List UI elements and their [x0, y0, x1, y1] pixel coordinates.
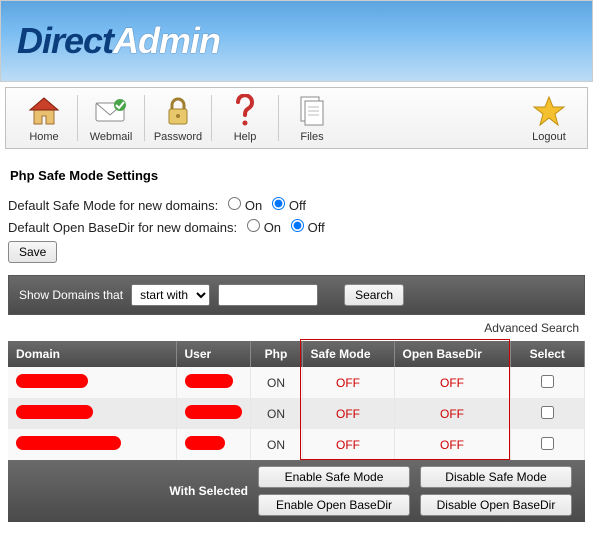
toolbar-webmail[interactable]: Webmail [81, 93, 141, 143]
enable-basedir-button[interactable]: Enable Open BaseDir [258, 494, 410, 516]
search-input[interactable] [218, 284, 318, 306]
redacted-bar [16, 374, 88, 388]
cell-domain [8, 398, 176, 429]
main-toolbar: Home Webmail Password [5, 87, 588, 149]
cell-user [176, 429, 250, 460]
brand-part1: Direct [17, 20, 113, 61]
cell-basedir: OFF [394, 429, 510, 460]
enable-safe-button[interactable]: Enable Safe Mode [258, 466, 410, 488]
table-row: ONOFFOFF [8, 367, 585, 398]
toolbar-help-label: Help [215, 131, 275, 143]
cell-basedir: OFF [394, 398, 510, 429]
files-icon [282, 93, 342, 129]
bulk-action-bar: With Selected Enable Safe Mode Disable S… [8, 460, 585, 522]
domain-search-bar: Show Domains that start with Search [8, 275, 585, 315]
page-title: Php Safe Mode Settings [10, 168, 585, 183]
separator [278, 95, 279, 141]
separator [144, 95, 145, 141]
home-icon [14, 93, 74, 129]
save-button[interactable]: Save [8, 241, 57, 263]
col-basedir[interactable]: Open BaseDir [394, 341, 510, 367]
domain-table-wrap: Domain User Php Safe Mode Open BaseDir S… [8, 341, 585, 460]
on-label: On [245, 198, 262, 213]
brand-part2: Admin [113, 20, 220, 61]
search-mode-select[interactable]: start with [131, 284, 210, 306]
disable-basedir-button[interactable]: Disable Open BaseDir [420, 494, 572, 516]
row-select-checkbox[interactable] [541, 406, 554, 419]
toolbar-home[interactable]: Home [14, 93, 74, 143]
cell-domain [8, 367, 176, 398]
star-icon [519, 93, 579, 129]
page-body: Php Safe Mode Settings Default Safe Mode… [0, 154, 593, 534]
safe-off-radio[interactable] [272, 197, 285, 210]
basedir-on-option[interactable]: On [243, 219, 281, 235]
separator [211, 95, 212, 141]
cell-php: ON [250, 429, 302, 460]
row-select-checkbox[interactable] [541, 437, 554, 450]
redacted-bar [185, 436, 225, 450]
help-icon [215, 93, 275, 129]
default-safe-label: Default Safe Mode for new domains: [8, 198, 218, 213]
off-label: Off [289, 198, 306, 213]
toolbar-password-label: Password [148, 131, 208, 143]
redacted-bar [185, 374, 233, 388]
separator [77, 95, 78, 141]
cell-select [510, 367, 585, 398]
basedir-off-option[interactable]: Off [287, 219, 325, 235]
default-basedir-label: Default Open BaseDir for new domains: [8, 220, 237, 235]
table-row: ONOFFOFF [8, 429, 585, 460]
brand-logo: DirectAdmin [17, 20, 220, 62]
toolbar-webmail-label: Webmail [81, 131, 141, 143]
col-select[interactable]: Select [510, 341, 585, 367]
mail-icon [81, 93, 141, 129]
col-domain[interactable]: Domain [8, 341, 176, 367]
cell-php: ON [250, 367, 302, 398]
search-prefix: Show Domains that [19, 288, 123, 302]
toolbar-logout[interactable]: Logout [519, 93, 579, 143]
col-user[interactable]: User [176, 341, 250, 367]
col-php[interactable]: Php [250, 341, 302, 367]
basedir-on-radio[interactable] [247, 219, 260, 232]
product-header: DirectAdmin [0, 0, 593, 82]
off-label: Off [308, 220, 325, 235]
redacted-bar [16, 405, 93, 419]
cell-php: ON [250, 398, 302, 429]
with-selected-label: With Selected [16, 484, 248, 498]
search-button[interactable]: Search [344, 284, 404, 306]
cell-user [176, 398, 250, 429]
safe-on-radio[interactable] [228, 197, 241, 210]
basedir-off-radio[interactable] [291, 219, 304, 232]
toolbar-help[interactable]: Help [215, 93, 275, 143]
disable-safe-button[interactable]: Disable Safe Mode [420, 466, 572, 488]
toolbar-files[interactable]: Files [282, 93, 342, 143]
on-label: On [264, 220, 281, 235]
cell-basedir: OFF [394, 367, 510, 398]
table-row: ONOFFOFF [8, 398, 585, 429]
toolbar-files-label: Files [282, 131, 342, 143]
domain-table: Domain User Php Safe Mode Open BaseDir S… [8, 341, 585, 460]
cell-domain [8, 429, 176, 460]
cell-user [176, 367, 250, 398]
cell-select [510, 429, 585, 460]
advanced-search-link[interactable]: Advanced Search [484, 321, 579, 335]
toolbar-logout-label: Logout [519, 131, 579, 143]
cell-safe: OFF [302, 367, 394, 398]
cell-select [510, 398, 585, 429]
toolbar-home-label: Home [14, 131, 74, 143]
lock-icon [148, 93, 208, 129]
cell-safe: OFF [302, 429, 394, 460]
row-select-checkbox[interactable] [541, 375, 554, 388]
default-basedir-row: Default Open BaseDir for new domains: On… [8, 219, 585, 235]
safe-off-option[interactable]: Off [268, 197, 306, 213]
col-safe[interactable]: Safe Mode [302, 341, 394, 367]
cell-safe: OFF [302, 398, 394, 429]
toolbar-password[interactable]: Password [148, 93, 208, 143]
safe-on-option[interactable]: On [224, 197, 262, 213]
redacted-bar [16, 436, 121, 450]
redacted-bar [185, 405, 242, 419]
default-safe-row: Default Safe Mode for new domains: On Of… [8, 197, 585, 213]
